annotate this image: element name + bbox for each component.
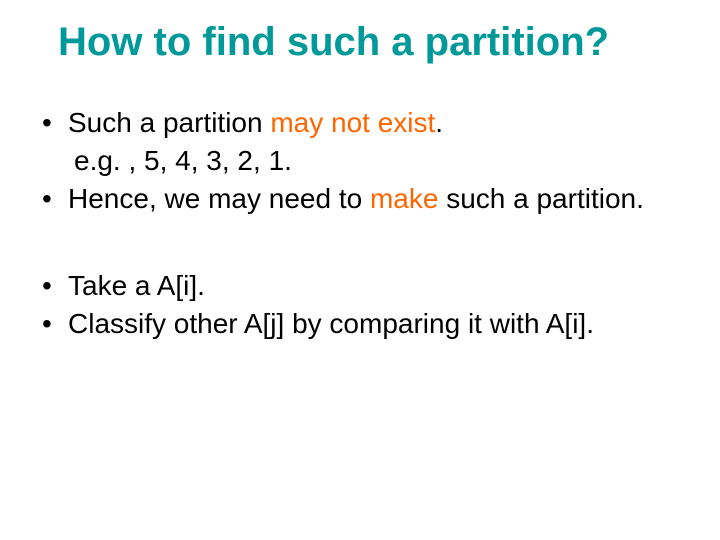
bullet-icon: • <box>40 267 68 305</box>
text-segment: Hence, we may need to <box>68 183 370 214</box>
bullet-icon: • <box>40 305 68 343</box>
bullet-text: Such a partition may not exist. <box>68 104 680 142</box>
bullet-item-2: • Hence, we may need to make such a part… <box>40 180 680 218</box>
bullet-text: Take a A[i]. <box>68 267 680 305</box>
slide-title: How to find such a partition? <box>58 20 680 64</box>
highlight-text: may not exist <box>270 107 435 138</box>
bullet-text: Classify other A[j] by comparing it with… <box>68 305 680 343</box>
bullet-icon: • <box>40 180 68 218</box>
highlight-text: make <box>370 183 438 214</box>
bullet-icon: • <box>40 104 68 142</box>
text-segment: . <box>435 107 443 138</box>
bullet-item-4: • Classify other A[j] by comparing it wi… <box>40 305 680 343</box>
bullet-text: Hence, we may need to make such a partit… <box>68 180 680 218</box>
slide: How to find such a partition? • Such a p… <box>0 0 720 540</box>
example-line: e.g. , 5, 4, 3, 2, 1. <box>74 142 680 180</box>
text-segment: Such a partition <box>68 107 270 138</box>
bullet-item-3: • Take a A[i]. <box>40 267 680 305</box>
text-segment: such a partition. <box>438 183 643 214</box>
content-block-1: • Such a partition may not exist. e.g. ,… <box>40 104 680 217</box>
content-block-2: • Take a A[i]. • Classify other A[j] by … <box>40 267 680 343</box>
bullet-item-1: • Such a partition may not exist. <box>40 104 680 142</box>
